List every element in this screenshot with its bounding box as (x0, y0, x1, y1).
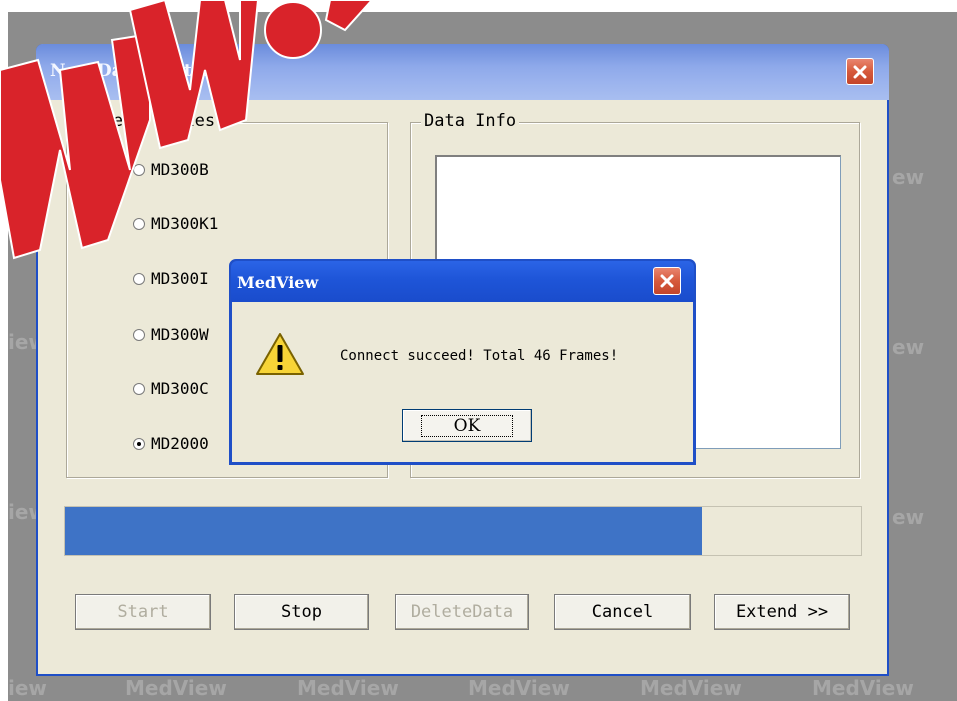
red-url-watermark (0, 0, 374, 260)
